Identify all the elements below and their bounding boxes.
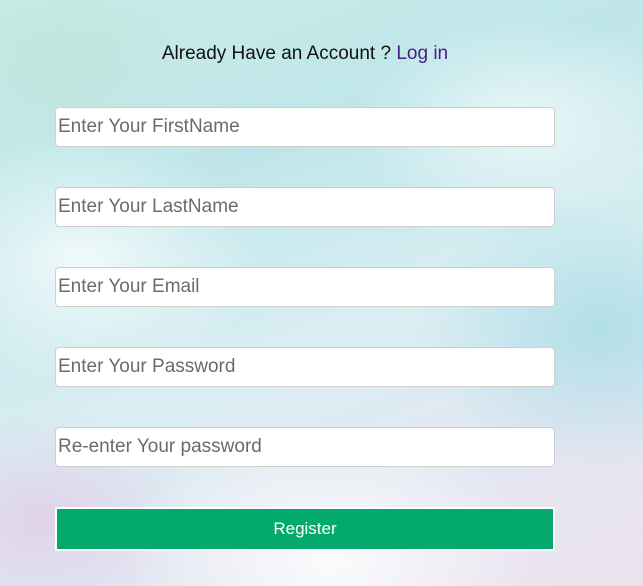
register-page: { "header": { "prompt_text": "Already Ha… — [0, 0, 643, 586]
lastname-input[interactable] — [55, 187, 555, 227]
firstname-input[interactable] — [55, 107, 555, 147]
email-input[interactable] — [55, 267, 555, 307]
login-link[interactable]: Log in — [396, 43, 448, 64]
login-prompt-text: Already Have an Account ? — [161, 43, 392, 64]
login-prompt: Already Have an Account ? Log in — [0, 43, 610, 65]
register-button[interactable]: Register — [55, 507, 555, 551]
password-input[interactable] — [55, 347, 555, 387]
confirm-password-input[interactable] — [55, 427, 555, 467]
